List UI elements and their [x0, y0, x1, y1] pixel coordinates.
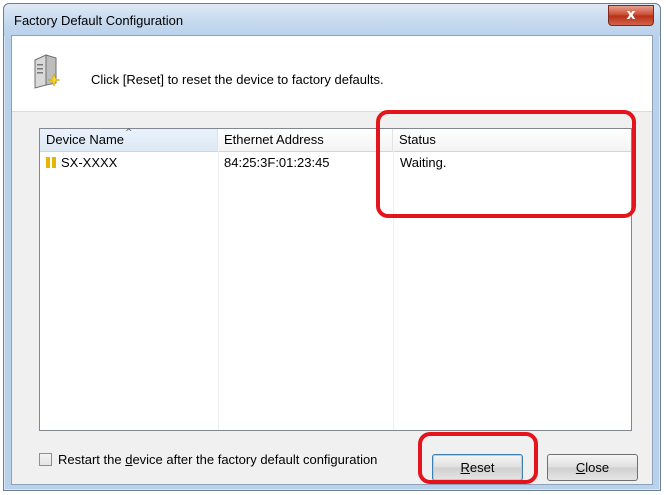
device-name-text: SX-XXXX [61, 155, 118, 170]
ethernet-address-cell: 84:25:3F:01:23:45 [224, 155, 330, 170]
column-divider [393, 151, 394, 430]
column-header-ethernet-address[interactable]: Ethernet Address [218, 129, 393, 151]
dialog-window: Factory Default Configuration x Click [R… [3, 3, 661, 491]
label-part: Restart the [58, 452, 126, 467]
column-divider [218, 151, 219, 430]
restart-checkbox-label[interactable]: Restart the device after the factory def… [58, 452, 377, 468]
close-icon: x [626, 7, 636, 23]
sort-ascending-icon: ^ [125, 128, 133, 138]
column-label-status: Status [399, 132, 436, 147]
column-label-ethernet-address: Ethernet Address [224, 132, 324, 147]
label-part: evice after the factory default configur… [132, 452, 378, 467]
device-name-cell: SX-XXXX [46, 154, 117, 172]
restart-checkbox[interactable] [39, 453, 52, 466]
accelerator-key: R [460, 460, 470, 475]
column-label-device-name: Device Name [46, 132, 125, 147]
list-header: ^ Device Name Ethernet Address Status [40, 128, 631, 152]
window-title: Factory Default Configuration [14, 13, 184, 28]
column-header-device-name[interactable]: ^ Device Name [40, 128, 218, 151]
device-icon [46, 157, 56, 168]
device-list[interactable]: ^ Device Name Ethernet Address Status SX… [39, 128, 632, 431]
instruction-header: Click [Reset] to reset the device to fac… [12, 36, 652, 112]
status-cell: Waiting. [400, 155, 447, 170]
list-item[interactable]: SX-XXXX 84:25:3F:01:23:45 Waiting. [40, 153, 631, 173]
window-close-button[interactable]: x [608, 5, 654, 26]
title-bar[interactable]: Factory Default Configuration x [4, 4, 660, 36]
close-button[interactable]: Close [547, 454, 638, 481]
button-label: lose [585, 460, 610, 475]
column-header-status[interactable]: Status [393, 129, 631, 151]
button-label: eset [469, 460, 495, 475]
reset-button[interactable]: Reset [432, 454, 523, 481]
instruction-text: Click [Reset] to reset the device to fac… [91, 72, 384, 87]
device-reset-icon [34, 54, 60, 89]
accelerator-key: C [575, 460, 586, 475]
dialog-body: Click [Reset] to reset the device to fac… [11, 35, 653, 485]
